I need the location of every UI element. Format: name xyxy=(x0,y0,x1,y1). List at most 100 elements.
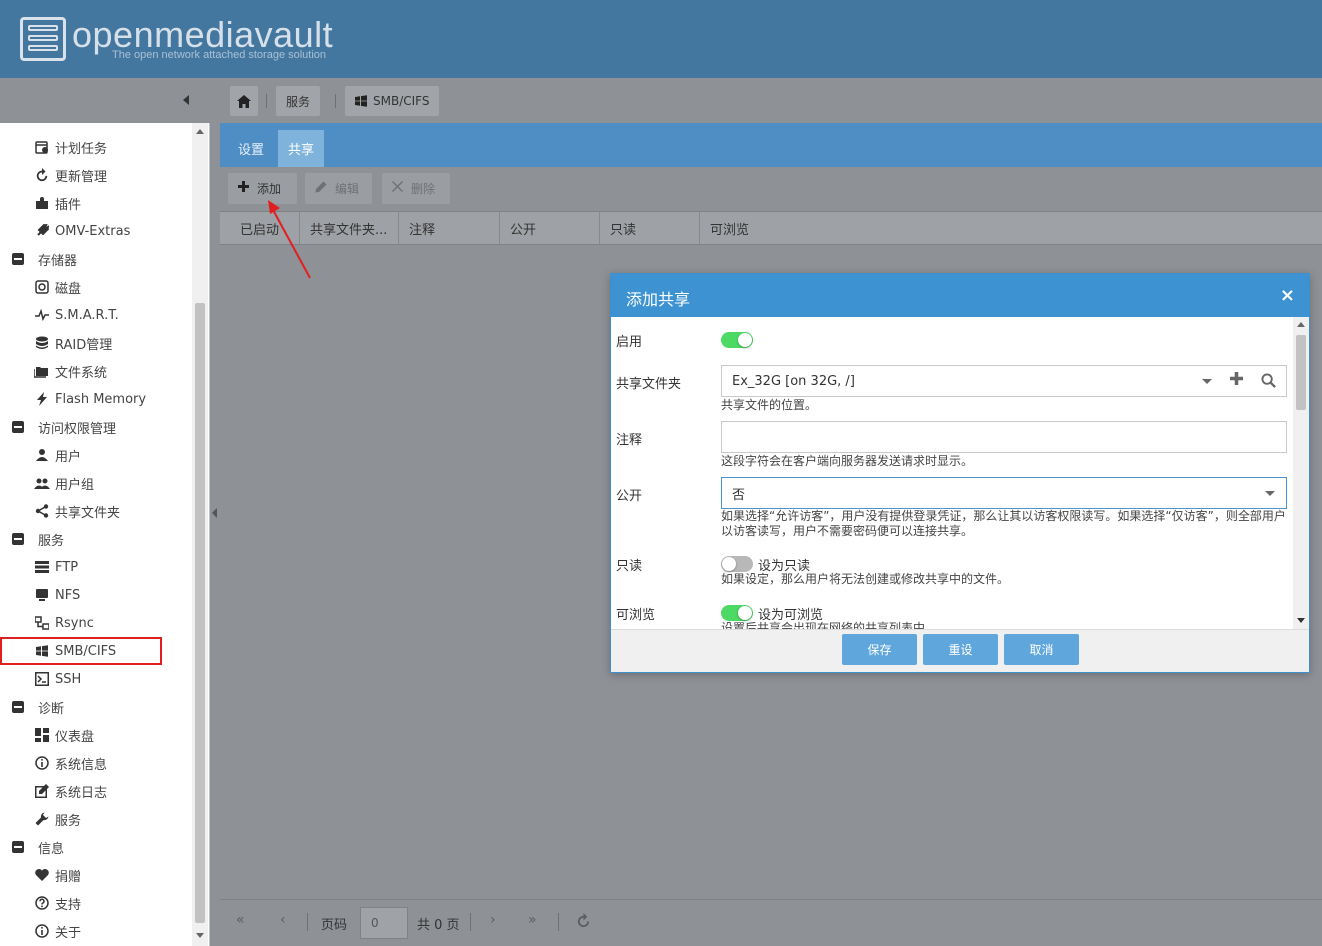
plus-icon[interactable] xyxy=(1230,372,1243,389)
scroll-up-icon[interactable] xyxy=(196,129,204,134)
logo-icon xyxy=(20,17,66,61)
breadcrumb-services[interactable]: 服务 xyxy=(276,86,321,116)
sidebar-item-label: 支持 xyxy=(55,897,82,913)
sidebar-item-label: Rsync xyxy=(55,615,94,631)
dialog-scrollbar[interactable] xyxy=(1293,317,1309,629)
home-icon xyxy=(237,94,251,108)
wrench-icon xyxy=(34,811,50,827)
column-header-readonly[interactable]: 只读 xyxy=(600,211,700,245)
splitter-grip-icon[interactable] xyxy=(212,508,217,518)
sidebar-item[interactable]: 用户组 xyxy=(0,469,192,497)
prev-page-icon[interactable]: ‹ xyxy=(280,912,286,928)
chevron-down-icon[interactable] xyxy=(1202,379,1212,384)
scroll-up-icon[interactable] xyxy=(1297,322,1305,327)
sidebar-item[interactable]: 共享文件夹 xyxy=(0,497,192,525)
sidebar-item[interactable]: 信息 xyxy=(0,833,192,861)
chevron-down-icon[interactable] xyxy=(1265,491,1275,496)
tab-shares[interactable]: 共享 xyxy=(278,130,325,167)
public-help-line: 如果选择“允许访客”，用户没有提供登录凭证，那么让其以访客权限读写。如果选择“仅… xyxy=(721,509,1286,523)
scroll-down-icon[interactable] xyxy=(1297,618,1305,623)
cancel-button[interactable]: 取消 xyxy=(1004,634,1079,665)
sidebar-item[interactable]: 捐赠 xyxy=(0,861,192,889)
close-icon[interactable]: × xyxy=(1280,285,1295,306)
sidebar-item-label: FTP xyxy=(55,559,79,575)
edit-icon xyxy=(34,783,50,799)
readonly-toggle[interactable] xyxy=(721,556,753,572)
sidebar-item[interactable]: OMV-Extras xyxy=(0,217,192,245)
browseable-toggle[interactable] xyxy=(721,605,753,621)
folders-icon xyxy=(34,363,50,379)
sidebar-item[interactable]: 磁盘 xyxy=(0,273,192,301)
sidebar-item[interactable]: 更新管理 xyxy=(0,161,192,189)
shared-folder-select[interactable]: Ex_32G [on 32G, /] xyxy=(721,365,1287,397)
column-header-public[interactable]: 公开 xyxy=(500,211,600,245)
sidebar-item-label: 用户组 xyxy=(55,477,95,493)
sidebar-item[interactable]: 计划任务 xyxy=(0,133,192,161)
calendar-clock-icon xyxy=(34,139,50,155)
enable-label: 启用 xyxy=(616,335,643,350)
delete-button[interactable]: 删除 xyxy=(382,173,450,204)
sidebar-item-label: 文件系统 xyxy=(55,365,108,381)
breadcrumb-bar xyxy=(0,78,1322,123)
save-button[interactable]: 保存 xyxy=(842,634,917,665)
breadcrumb-home[interactable] xyxy=(230,86,258,116)
sidebar-collapse-icon[interactable] xyxy=(183,95,189,105)
sidebar-item-label: 系统信息 xyxy=(55,757,108,773)
public-value: 否 xyxy=(732,487,746,503)
sidebar-item[interactable]: 系统信息 xyxy=(0,749,192,777)
sidebar-item[interactable]: 文件系统 xyxy=(0,357,192,385)
sidebar-item[interactable]: 诊断 xyxy=(0,693,192,721)
collapse-icon[interactable] xyxy=(10,419,26,435)
tab-settings[interactable]: 设置 xyxy=(228,130,274,167)
sidebar-item[interactable]: SSH xyxy=(0,665,192,693)
public-select[interactable]: 否 xyxy=(721,477,1287,509)
column-header-comment[interactable]: 注释 xyxy=(399,211,500,245)
sidebar-item[interactable]: 插件 xyxy=(0,189,192,217)
next-page-icon[interactable]: › xyxy=(490,912,496,928)
add-button-label: 添加 xyxy=(257,182,282,196)
reset-button[interactable]: 重设 xyxy=(923,634,998,665)
sidebar-item-label: 系统日志 xyxy=(55,785,108,801)
sidebar-item[interactable]: 仪表盘 xyxy=(0,721,192,749)
scrollbar-thumb[interactable] xyxy=(1296,335,1306,410)
sidebar-item[interactable]: S.M.A.R.T. xyxy=(0,301,192,329)
comment-input[interactable] xyxy=(721,421,1287,453)
breadcrumb-smb[interactable]: SMB/CIFS xyxy=(345,86,440,116)
refresh-icon[interactable] xyxy=(576,913,591,932)
sidebar-item[interactable]: 用户 xyxy=(0,441,192,469)
sidebar-item[interactable]: 服务 xyxy=(0,525,192,553)
sidebar-item[interactable]: 系统日志 xyxy=(0,777,192,805)
last-page-icon[interactable]: » xyxy=(528,912,537,928)
sidebar-nav: 计划任务更新管理插件 OMV-Extras 存储器 磁盘 S.M.A.R.T. RAID管… xyxy=(0,123,210,946)
sidebar-item[interactable]: NFS xyxy=(0,581,192,609)
readonly-help: 如果设定，那么用户将无法创建或修改共享中的文件。 xyxy=(721,572,1010,586)
sidebar-item[interactable]: RAID管理 xyxy=(0,329,192,357)
collapse-icon[interactable] xyxy=(10,531,26,547)
sidebar-scrollbar[interactable] xyxy=(192,123,208,946)
column-header-browseable[interactable]: 可浏览 xyxy=(700,211,800,245)
sidebar-item[interactable]: Flash Memory xyxy=(0,385,192,413)
tab-strip xyxy=(220,123,1322,167)
scroll-down-icon[interactable] xyxy=(196,933,204,938)
page-number-input[interactable]: 0 xyxy=(360,907,408,939)
sidebar-item[interactable]: Rsync xyxy=(0,609,192,637)
sidebar-item[interactable]: 访问权限管理 xyxy=(0,413,192,441)
sidebar-item[interactable]: 服务 xyxy=(0,805,192,833)
sidebar-item-label: RAID管理 xyxy=(55,337,113,353)
sidebar-item[interactable]: 存储器 xyxy=(0,245,192,273)
shared-folder-label: 共享文件夹 xyxy=(616,377,682,392)
panel-splitter[interactable] xyxy=(210,123,220,946)
sidebar-item[interactable]: 支持 xyxy=(0,889,192,917)
collapse-icon[interactable] xyxy=(10,251,26,267)
sidebar-item-label: 更新管理 xyxy=(55,169,108,185)
sidebar-item[interactable]: FTP xyxy=(0,553,192,581)
public-label: 公开 xyxy=(616,489,643,504)
enable-toggle[interactable] xyxy=(721,332,753,348)
terminal-icon xyxy=(34,671,50,687)
sidebar-item[interactable]: 关于 xyxy=(0,917,192,945)
first-page-icon[interactable]: « xyxy=(236,912,245,928)
collapse-icon[interactable] xyxy=(10,699,26,715)
scrollbar-thumb[interactable] xyxy=(195,303,205,923)
collapse-icon[interactable] xyxy=(10,839,26,855)
search-icon[interactable] xyxy=(1261,373,1276,392)
